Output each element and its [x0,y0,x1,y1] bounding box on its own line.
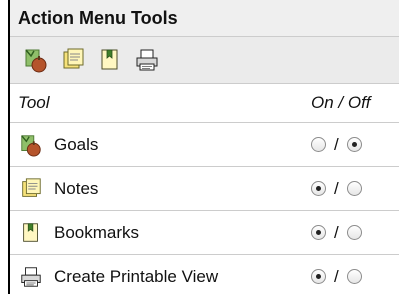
tool-column-header: Tool [18,93,50,112]
table-header: Tool On / Off [10,84,399,122]
on-radio[interactable] [311,269,326,284]
on-off-toggle: / [311,267,399,287]
tool-label: Bookmarks [54,222,140,242]
off-radio[interactable] [346,181,362,196]
separator: / [334,222,339,242]
goals-icon [18,132,44,158]
bookmarks-icon [18,220,44,246]
separator: / [334,134,339,154]
separator: / [334,266,339,286]
notes-icon[interactable] [59,46,87,74]
bookmarks-icon[interactable] [96,46,124,74]
off-radio[interactable] [346,137,362,152]
tool-row-bookmarks: Bookmarks / [10,210,399,254]
tool-row-notes: Notes / [10,166,399,210]
on-off-column-header: On / Off [311,93,371,112]
on-radio[interactable] [311,225,326,240]
tool-label: Goals [54,134,99,154]
printer-icon [18,264,44,290]
toolbar [10,37,399,84]
notes-icon [18,176,44,202]
on-radio[interactable] [311,181,326,196]
goals-icon[interactable] [22,46,50,74]
on-radio[interactable] [311,137,326,152]
off-radio[interactable] [346,269,362,284]
tool-label: Create Printable View [54,266,219,286]
off-radio[interactable] [346,225,362,240]
on-off-toggle: / [311,135,399,155]
printer-icon[interactable] [133,46,161,74]
tool-row-printable-view: Create Printable View / [10,254,399,298]
on-off-toggle: / [311,223,399,243]
tool-label: Notes [54,178,99,198]
action-menu-tools-panel: Action Menu Tools Tool On / Off Goals / … [8,0,399,294]
panel-title: Action Menu Tools [10,0,399,37]
separator: / [334,178,339,198]
on-off-toggle: / [311,179,399,199]
tool-row-goals: Goals / [10,122,399,166]
